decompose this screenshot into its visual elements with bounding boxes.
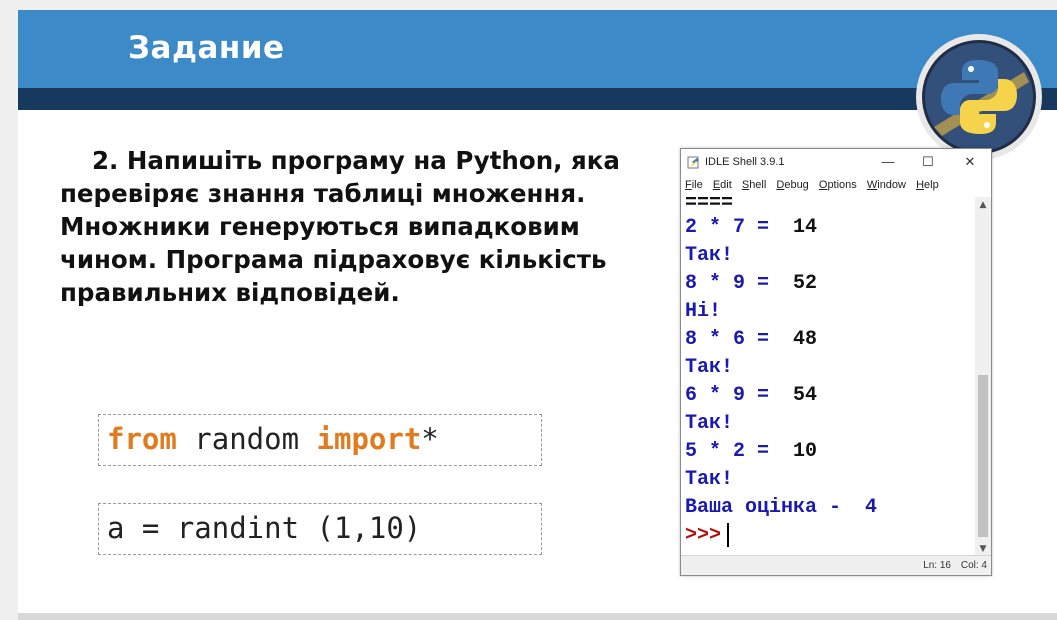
code-snippet-import: from random import* <box>98 414 542 466</box>
menu-edit[interactable]: Edit <box>713 175 732 195</box>
menu-help[interactable]: Help <box>916 175 939 195</box>
shell-line: 8 * 6 = 48 <box>685 326 977 354</box>
shell-question: 8 * 9 = <box>685 272 782 295</box>
shell-result-line: Ваша оцінка - 4 <box>685 496 878 519</box>
shell-line: 6 * 9 = 54 <box>685 382 977 410</box>
code-star: * <box>421 422 439 456</box>
status-bar: Ln: 16 Col: 4 <box>681 555 991 575</box>
shell-prompt: >>> <box>685 524 722 547</box>
shell-line: Так! <box>685 468 734 491</box>
shell-answer: 52 <box>781 272 818 295</box>
close-button[interactable]: ✕ <box>955 151 985 173</box>
shell-line: Так! <box>685 244 734 267</box>
menu-bar: File Edit Shell Debug Options Window Hel… <box>681 175 991 197</box>
shell-answer: 48 <box>781 328 818 351</box>
code-module: random <box>176 422 317 456</box>
shell-answer: 14 <box>781 216 818 239</box>
window-titlebar[interactable]: IDLE Shell 3.9.1 — ☐ ✕ <box>681 149 991 175</box>
vertical-scrollbar[interactable]: ▲ ▼ <box>975 197 991 557</box>
minimize-button[interactable]: — <box>873 151 903 173</box>
maximize-button[interactable]: ☐ <box>913 151 943 173</box>
header-dark-strip <box>18 88 1057 110</box>
shell-text-area[interactable]: ==== 2 * 7 = 14 Так! 8 * 9 = 52 Ні! 8 * … <box>681 197 977 557</box>
menu-options[interactable]: Options <box>819 175 857 195</box>
shell-line: Так! <box>685 412 734 435</box>
shell-prompt-line[interactable]: >>> <box>685 522 977 550</box>
task-text-paragraph: 2. Напишіть програму на Python, яка пере… <box>60 146 620 307</box>
shell-line: 5 * 2 = 10 <box>685 438 977 466</box>
shell-line: 8 * 9 = 52 <box>685 270 977 298</box>
python-logo-icon <box>916 34 1042 160</box>
code-snippet-randint: a = randint (1,10) <box>98 503 542 555</box>
text-cursor <box>727 522 729 547</box>
shell-line: Ні! <box>685 300 722 323</box>
menu-shell[interactable]: Shell <box>742 175 766 195</box>
task-description: 2. Напишіть програму на Python, яка пере… <box>60 144 640 309</box>
window-title: IDLE Shell 3.9.1 <box>705 156 785 168</box>
shell-question: 6 * 9 = <box>685 384 782 407</box>
keyword-from: from <box>107 422 177 456</box>
idle-shell-window[interactable]: IDLE Shell 3.9.1 — ☐ ✕ File Edit Shell D… <box>680 148 992 576</box>
shell-answer: 54 <box>781 384 818 407</box>
menu-window[interactable]: Window <box>867 175 906 195</box>
status-column-number: Col: 4 <box>960 560 987 571</box>
shell-question: 8 * 6 = <box>685 328 782 351</box>
menu-debug[interactable]: Debug <box>776 175 808 195</box>
idle-app-icon <box>687 156 699 169</box>
scrollbar-thumb[interactable] <box>978 375 988 537</box>
shell-line: ==== <box>685 197 734 215</box>
keyword-import: import <box>316 422 422 456</box>
shell-line: 2 * 7 = 14 <box>685 214 977 242</box>
menu-file[interactable]: File <box>685 175 703 195</box>
shell-answer: 10 <box>781 440 818 463</box>
status-line-number: Ln: 16 <box>923 560 951 571</box>
slide-bottom-strip <box>18 613 1057 620</box>
slide-title: Задание <box>128 30 285 66</box>
scroll-up-icon[interactable]: ▲ <box>975 197 991 213</box>
shell-question: 2 * 7 = <box>685 216 782 239</box>
shell-question: 5 * 2 = <box>685 440 782 463</box>
shell-line: Так! <box>685 356 734 379</box>
